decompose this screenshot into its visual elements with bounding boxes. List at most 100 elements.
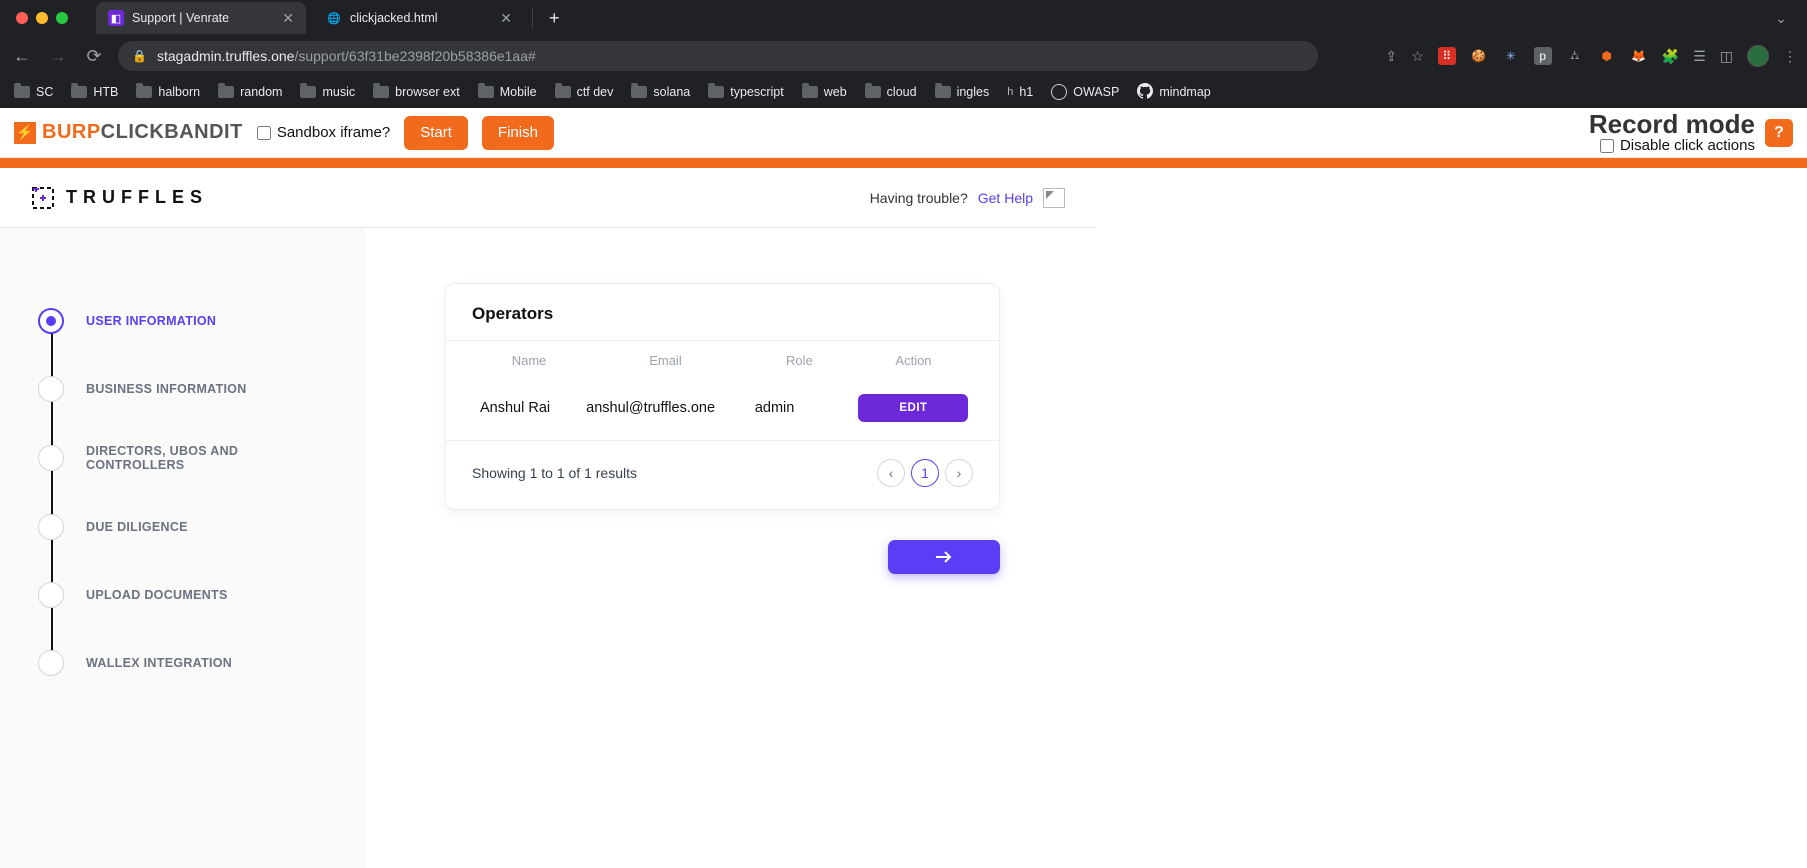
- app-frame: TRUFFLES Having trouble?Get Help USER IN…: [0, 168, 1095, 868]
- col-header-role: Role: [745, 353, 854, 368]
- close-tab-icon[interactable]: ✕: [282, 10, 294, 27]
- step-indicator-icon: [38, 650, 64, 676]
- tab-support-venrate[interactable]: ◧ Support | Venrate ✕: [96, 2, 306, 34]
- bookmark-folder[interactable]: browser ext: [373, 85, 460, 99]
- disable-click-checkbox[interactable]: Disable click actions: [1589, 137, 1755, 154]
- tabs-menu-icon[interactable]: ⌄: [1765, 10, 1797, 27]
- help-button[interactable]: ?: [1765, 119, 1793, 147]
- bookmark-folder[interactable]: music: [300, 85, 355, 99]
- url-text: stagadmin.truffles.one/support/63f31be23…: [157, 48, 536, 64]
- toolbar: ← → ⟳ 🔒 stagadmin.truffles.one/support/6…: [0, 36, 1807, 76]
- tab-divider: [532, 8, 533, 28]
- tab-strip: ◧ Support | Venrate ✕ 🌐 clickjacked.html…: [0, 0, 1807, 36]
- close-tab-icon[interactable]: ✕: [500, 10, 512, 27]
- bookmarks-bar: SC HTB halborn random music browser ext …: [0, 76, 1807, 108]
- bookmark-link[interactable]: hh1: [1007, 85, 1033, 99]
- step-due-diligence[interactable]: DUE DILIGENCE: [38, 514, 335, 540]
- extension-icon[interactable]: 🦊: [1630, 47, 1648, 65]
- step-upload-documents[interactable]: UPLOAD DOCUMENTS: [38, 582, 335, 608]
- page-prev-button[interactable]: ‹: [877, 459, 905, 487]
- bookmark-folder[interactable]: Mobile: [478, 85, 537, 99]
- extension-icon[interactable]: 🍪: [1470, 47, 1488, 65]
- tab-clickjacked[interactable]: 🌐 clickjacked.html ✕: [314, 2, 524, 34]
- reading-list-icon[interactable]: ☰: [1693, 48, 1706, 65]
- address-bar[interactable]: 🔒 stagadmin.truffles.one/support/63f31be…: [118, 41, 1318, 71]
- next-step-button[interactable]: [888, 540, 1000, 574]
- extension-icon[interactable]: ✳: [1502, 47, 1520, 65]
- bookmark-folder[interactable]: SC: [14, 85, 53, 99]
- bookmark-folder[interactable]: halborn: [136, 85, 200, 99]
- cell-email: anshul@truffles.one: [586, 400, 745, 416]
- steps-list: USER INFORMATION BUSINESS INFORMATION DI…: [38, 308, 335, 676]
- step-indicator-icon: [38, 582, 64, 608]
- reload-button[interactable]: ⟳: [82, 46, 106, 67]
- bookmark-star-icon[interactable]: ☆: [1411, 48, 1424, 65]
- bookmark-folder[interactable]: cloud: [865, 85, 917, 99]
- col-header-email: Email: [586, 353, 745, 368]
- step-user-information[interactable]: USER INFORMATION: [38, 308, 335, 334]
- step-directors-ubos[interactable]: DIRECTORS, UBOS AND CONTROLLERS: [38, 444, 335, 472]
- bookmark-folder[interactable]: ctf dev: [555, 85, 614, 99]
- operators-card: Operators Name Email Role Action Anshul …: [445, 283, 1000, 510]
- bookmark-folder[interactable]: typescript: [708, 85, 784, 99]
- edit-button[interactable]: EDIT: [858, 394, 968, 422]
- kebab-menu-icon[interactable]: ⋮: [1783, 48, 1797, 65]
- arrow-right-icon: [935, 550, 953, 564]
- step-business-information[interactable]: BUSINESS INFORMATION: [38, 376, 335, 402]
- bookmark-link[interactable]: mindmap: [1137, 83, 1210, 102]
- tab-title: Support | Venrate: [132, 11, 229, 25]
- results-text: Showing 1 to 1 of 1 results: [472, 465, 637, 481]
- profile-avatar[interactable]: [1747, 45, 1769, 67]
- truffles-logo: TRUFFLES: [30, 185, 208, 211]
- record-mode-label: Record mode: [1589, 111, 1755, 137]
- forward-button[interactable]: →: [46, 46, 70, 67]
- step-wallex-integration[interactable]: WALLEX INTEGRATION: [38, 650, 335, 676]
- extension-icon[interactable]: ⛼: [1566, 47, 1584, 65]
- finish-button[interactable]: Finish: [482, 116, 554, 150]
- maximize-window-icon[interactable]: [56, 12, 68, 24]
- extensions-puzzle-icon[interactable]: 🧩: [1662, 48, 1679, 65]
- col-header-name: Name: [472, 353, 586, 368]
- bookmark-folder[interactable]: web: [802, 85, 847, 99]
- start-button[interactable]: Start: [404, 116, 468, 150]
- bookmark-folder[interactable]: solana: [631, 85, 690, 99]
- page-next-button[interactable]: ›: [945, 459, 973, 487]
- extension-icon[interactable]: ⬢: [1598, 47, 1616, 65]
- get-help-link[interactable]: Get Help: [978, 190, 1033, 206]
- page-number-button[interactable]: 1: [911, 459, 939, 487]
- broken-image-icon: [1043, 188, 1065, 208]
- cell-action: EDIT: [854, 394, 973, 422]
- sandbox-iframe-checkbox[interactable]: Sandbox iframe?: [257, 124, 390, 141]
- window-controls: [16, 12, 68, 24]
- table-row: Anshul Rai anshul@truffles.one admin EDI…: [446, 380, 999, 440]
- share-icon[interactable]: ⇪: [1385, 48, 1397, 65]
- extension-icon[interactable]: ⠿: [1438, 47, 1456, 65]
- app-body: USER INFORMATION BUSINESS INFORMATION DI…: [0, 228, 1095, 868]
- bookmark-folder[interactable]: HTB: [71, 85, 118, 99]
- bookmark-folder[interactable]: random: [218, 85, 282, 99]
- close-window-icon[interactable]: [16, 12, 28, 24]
- app-wrap: TRUFFLES Having trouble?Get Help USER IN…: [0, 168, 1807, 868]
- minimize-window-icon[interactable]: [36, 12, 48, 24]
- new-tab-button[interactable]: +: [541, 8, 568, 29]
- step-indicator-icon: [38, 308, 64, 334]
- bookmark-link[interactable]: OWASP: [1051, 84, 1119, 100]
- tab-title: clickjacked.html: [350, 11, 438, 25]
- step-indicator-icon: [38, 376, 64, 402]
- sandbox-checkbox-input[interactable]: [257, 126, 271, 140]
- col-header-action: Action: [854, 353, 973, 368]
- side-panel-icon[interactable]: ◫: [1720, 48, 1733, 65]
- bookmark-folder[interactable]: ingles: [935, 85, 990, 99]
- card-footer: Showing 1 to 1 of 1 results ‹ 1 ›: [446, 440, 999, 509]
- main-content: Operators Name Email Role Action Anshul …: [365, 228, 1095, 868]
- app-header: TRUFFLES Having trouble?Get Help: [0, 168, 1095, 228]
- burp-logo: ⚡ BURPCLICKBANDIT: [14, 121, 243, 144]
- burp-mark-icon: ⚡: [14, 122, 36, 144]
- github-icon: [1137, 83, 1153, 102]
- favicon-icon: ◧: [108, 10, 124, 26]
- back-button[interactable]: ←: [10, 46, 34, 67]
- brand-text: TRUFFLES: [66, 187, 208, 208]
- disable-checkbox-input[interactable]: [1600, 139, 1614, 153]
- extension-icon[interactable]: p: [1534, 47, 1552, 65]
- step-indicator-icon: [38, 514, 64, 540]
